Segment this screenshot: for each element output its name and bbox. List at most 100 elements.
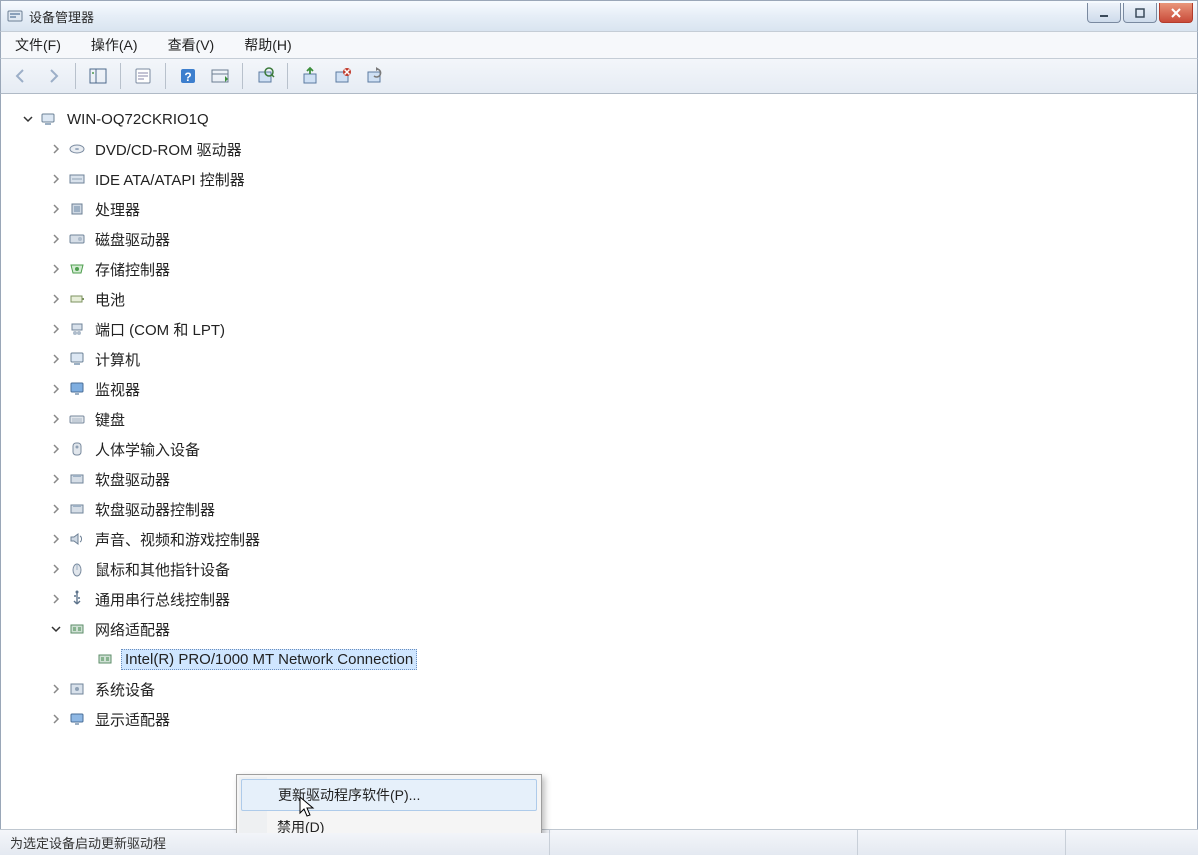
details-button[interactable] — [206, 62, 234, 90]
tree-node-label: 软盘驱动器控制器 — [93, 498, 217, 521]
display-adapter-icon — [67, 709, 87, 729]
tree-node-label: 通用串行总线控制器 — [93, 588, 232, 611]
tree-expander-closed[interactable] — [49, 142, 63, 156]
tree-expander-closed[interactable] — [49, 472, 63, 486]
toolbar-separator — [287, 63, 288, 89]
tree-expander-closed[interactable] — [49, 232, 63, 246]
tree-node-label: IDE ATA/ATAPI 控制器 — [93, 168, 247, 191]
tree-node[interactable]: 端口 (COM 和 LPT) — [21, 314, 1185, 344]
tree-expander-open[interactable] — [49, 622, 63, 636]
tree-node-label: DVD/CD-ROM 驱动器 — [93, 138, 244, 161]
disc-drive-icon — [67, 139, 87, 159]
tree-node-label: 键盘 — [93, 408, 127, 431]
tree-node[interactable]: 电池 — [21, 284, 1185, 314]
scan-hardware-button[interactable] — [251, 62, 279, 90]
tree-expander-closed[interactable] — [49, 202, 63, 216]
tree-expander-closed[interactable] — [49, 442, 63, 456]
monitor-icon — [67, 379, 87, 399]
tree-node[interactable]: 网络适配器 — [21, 614, 1185, 644]
minimize-button[interactable] — [1087, 3, 1121, 23]
window-title: 设备管理器 — [29, 7, 94, 26]
tree-expander-closed[interactable] — [49, 712, 63, 726]
tree-node[interactable]: 通用串行总线控制器 — [21, 584, 1185, 614]
tree-node[interactable]: 系统设备 — [21, 674, 1185, 704]
menu-file[interactable]: 文件(F) — [9, 33, 67, 57]
disk-drive-icon — [67, 229, 87, 249]
tree-node-label: 软盘驱动器 — [93, 468, 172, 491]
tree-expander-closed[interactable] — [49, 352, 63, 366]
tree-node[interactable]: 软盘驱动器控制器 — [21, 494, 1185, 524]
tree-expander-closed[interactable] — [49, 172, 63, 186]
tree-node[interactable]: 键盘 — [21, 404, 1185, 434]
status-text: 为选定设备启动更新驱动程 — [10, 833, 166, 852]
help-button[interactable]: ? — [174, 62, 202, 90]
menu-help[interactable]: 帮助(H) — [238, 33, 297, 57]
tree-node[interactable]: 处理器 — [21, 194, 1185, 224]
floppy-controller-icon — [67, 499, 87, 519]
properties-button[interactable] — [129, 62, 157, 90]
tree-node[interactable]: 监视器 — [21, 374, 1185, 404]
tree-expander-closed[interactable] — [49, 532, 63, 546]
disable-device-button[interactable] — [328, 62, 356, 90]
battery-icon — [67, 289, 87, 309]
tree-expander-closed[interactable] — [49, 682, 63, 696]
maximize-button[interactable] — [1123, 3, 1157, 23]
menu-action[interactable]: 操作(A) — [85, 33, 144, 57]
tree-node[interactable]: 显示适配器 — [21, 704, 1185, 734]
ide-controller-icon — [67, 169, 87, 189]
tree-node-label: 存储控制器 — [93, 258, 172, 281]
tree-child-label: Intel(R) PRO/1000 MT Network Connection — [121, 649, 417, 670]
tree-node[interactable]: DVD/CD-ROM 驱动器 — [21, 134, 1185, 164]
back-button[interactable] — [7, 62, 35, 90]
tree-expander-closed[interactable] — [49, 382, 63, 396]
tree-expander-closed[interactable] — [49, 562, 63, 576]
network-adapter-icon — [67, 619, 87, 639]
cm-label: 禁用(D) — [277, 819, 324, 834]
svg-text:?: ? — [184, 70, 191, 84]
tree-expander-closed[interactable] — [49, 292, 63, 306]
window-controls — [1087, 3, 1193, 23]
computer-root-icon — [39, 109, 59, 129]
tree-expander-closed[interactable] — [49, 412, 63, 426]
tree-node-label: 监视器 — [93, 378, 142, 401]
usb-icon — [67, 589, 87, 609]
tree-node[interactable]: 磁盘驱动器 — [21, 224, 1185, 254]
menu-view[interactable]: 查看(V) — [162, 33, 221, 57]
sound-icon — [67, 529, 87, 549]
cm-update-driver[interactable]: 更新驱动程序软件(P)... — [241, 779, 537, 811]
tree-node[interactable]: 声音、视频和游戏控制器 — [21, 524, 1185, 554]
device-tree[interactable]: WIN-OQ72CKRIO1Q DVD/CD-ROM 驱动器 IDE ATA/A… — [0, 94, 1198, 834]
toolbar-separator — [242, 63, 243, 89]
tree-expander-open[interactable] — [21, 112, 35, 126]
computer-icon — [67, 349, 87, 369]
tree-node[interactable]: 软盘驱动器 — [21, 464, 1185, 494]
network-card-icon — [95, 649, 115, 669]
tree-node-label: 人体学输入设备 — [93, 438, 202, 461]
uninstall-device-button[interactable] — [360, 62, 388, 90]
toolbar-separator — [120, 63, 121, 89]
ports-icon — [67, 319, 87, 339]
tree-node[interactable]: 存储控制器 — [21, 254, 1185, 284]
tree-node[interactable]: 鼠标和其他指针设备 — [21, 554, 1185, 584]
tree-node[interactable]: 人体学输入设备 — [21, 434, 1185, 464]
storage-controller-icon — [67, 259, 87, 279]
tree-node[interactable]: 计算机 — [21, 344, 1185, 374]
cm-disable[interactable]: 禁用(D) — [239, 811, 539, 834]
close-button[interactable] — [1159, 3, 1193, 23]
keyboard-icon — [67, 409, 87, 429]
tree-expander-closed[interactable] — [49, 322, 63, 336]
tree-expander-closed[interactable] — [49, 262, 63, 276]
tree-expander-closed[interactable] — [49, 592, 63, 606]
hid-icon — [67, 439, 87, 459]
system-devices-icon — [67, 679, 87, 699]
tree-child-node[interactable]: Intel(R) PRO/1000 MT Network Connection — [21, 644, 1185, 674]
tree-root-node[interactable]: WIN-OQ72CKRIO1Q — [21, 104, 1185, 134]
tree-pane-button[interactable] — [84, 62, 112, 90]
tree-node-label: 端口 (COM 和 LPT) — [93, 318, 227, 341]
update-driver-button[interactable] — [296, 62, 324, 90]
tree-node[interactable]: IDE ATA/ATAPI 控制器 — [21, 164, 1185, 194]
tree-node-label: 鼠标和其他指针设备 — [93, 558, 232, 581]
toolbar: ? — [0, 58, 1198, 94]
forward-button[interactable] — [39, 62, 67, 90]
tree-expander-closed[interactable] — [49, 502, 63, 516]
